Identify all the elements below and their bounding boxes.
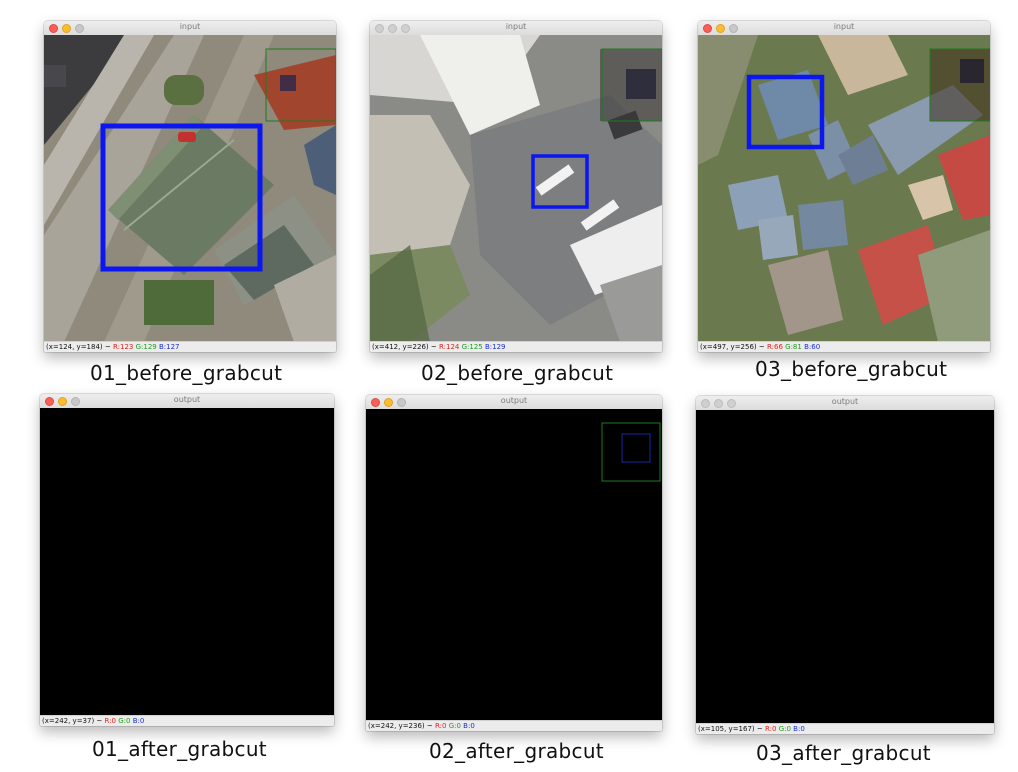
caption-6: 03_after_grabcut	[756, 741, 931, 765]
output-window-1[interactable]: output (x=242, y=37) ~ R:0 G:0 B:0	[40, 394, 334, 726]
pixel-r: R:0	[104, 717, 116, 725]
pixel-g: G:0	[778, 725, 791, 733]
pixel-b: B:60	[804, 343, 821, 351]
input-window-2[interactable]: input (x=412, y=226) ~ R:124 G:125 B:129	[370, 21, 662, 352]
title-bar[interactable]: output	[696, 396, 994, 411]
output-canvas[interactable]	[696, 410, 994, 724]
aerial-image-1	[44, 35, 336, 342]
image-canvas[interactable]	[44, 35, 336, 342]
pixel-g: G:125	[461, 343, 483, 351]
input-window-3[interactable]: input (x=497, y=256) ~ R:66 G:81 B:60	[698, 21, 990, 352]
status-bar: (x=124, y=184) ~ R:123 G:129 B:127	[44, 341, 336, 352]
status-bar: (x=105, y=167) ~ R:0 G:0 B:0	[696, 723, 994, 734]
window-title: output	[500, 396, 528, 405]
window-title: output	[831, 397, 859, 406]
pixel-r: R:0	[434, 722, 447, 730]
window-title: output	[173, 395, 201, 404]
status-bar: (x=412, y=226) ~ R:124 G:125 B:129	[370, 341, 662, 352]
aerial-image-3	[698, 35, 990, 342]
cursor-coords: (x=124, y=184) ~	[46, 343, 111, 351]
title-bar[interactable]: output	[40, 394, 334, 409]
pixel-b: B:0	[793, 725, 805, 733]
output-window-2[interactable]: output (x=242, y=236) ~ R:0 G:0 B:0	[366, 395, 662, 731]
pixel-g: G:0	[448, 722, 461, 730]
cursor-coords: (x=242, y=236) ~	[368, 722, 433, 730]
pixel-g: G:81	[785, 343, 802, 351]
caption-3: 03_before_grabcut	[755, 357, 948, 381]
pixel-b: B:127	[158, 343, 180, 351]
cursor-coords: (x=242, y=37) ~	[42, 717, 103, 725]
status-bar: (x=242, y=236) ~ R:0 G:0 B:0	[366, 720, 662, 731]
caption-1: 01_before_grabcut	[90, 361, 283, 385]
caption-5: 02_after_grabcut	[429, 739, 604, 763]
title-bar[interactable]: input	[44, 21, 336, 36]
pixel-b: B:129	[484, 343, 506, 351]
window-title: input	[179, 22, 201, 31]
status-bar: (x=242, y=37) ~ R:0 G:0 B:0	[40, 715, 334, 726]
pixel-g: G:0	[118, 717, 131, 725]
pixel-b: B:0	[463, 722, 475, 730]
cursor-coords: (x=105, y=167) ~	[698, 725, 763, 733]
title-bar[interactable]: input	[370, 21, 662, 36]
cursor-coords: (x=412, y=226) ~	[372, 343, 437, 351]
output-window-3[interactable]: output (x=105, y=167) ~ R:0 G:0 B:0	[696, 396, 994, 734]
title-bar[interactable]: output	[366, 395, 662, 410]
window-title: input	[833, 22, 855, 31]
overlay-boxes	[601, 422, 661, 482]
output-canvas[interactable]	[366, 409, 662, 721]
input-window-1[interactable]: input (x=124, y=184) ~ R:123 G:129 B:127	[44, 21, 336, 352]
cursor-coords: (x=497, y=256) ~	[700, 343, 765, 351]
title-bar[interactable]: input	[698, 21, 990, 36]
pixel-r: R:66	[766, 343, 783, 351]
pixel-r: R:123	[112, 343, 134, 351]
pixel-r: R:0	[764, 725, 777, 733]
caption-2: 02_before_grabcut	[421, 361, 614, 385]
pixel-g: G:129	[135, 343, 157, 351]
aerial-image-2	[370, 35, 662, 342]
image-canvas[interactable]	[370, 35, 662, 342]
pixel-b: B:0	[132, 717, 145, 725]
output-canvas[interactable]	[40, 408, 334, 716]
image-canvas[interactable]	[698, 35, 990, 342]
window-title: input	[505, 22, 527, 31]
caption-4: 01_after_grabcut	[92, 737, 267, 761]
pixel-r: R:124	[438, 343, 460, 351]
status-bar: (x=497, y=256) ~ R:66 G:81 B:60	[698, 341, 990, 352]
